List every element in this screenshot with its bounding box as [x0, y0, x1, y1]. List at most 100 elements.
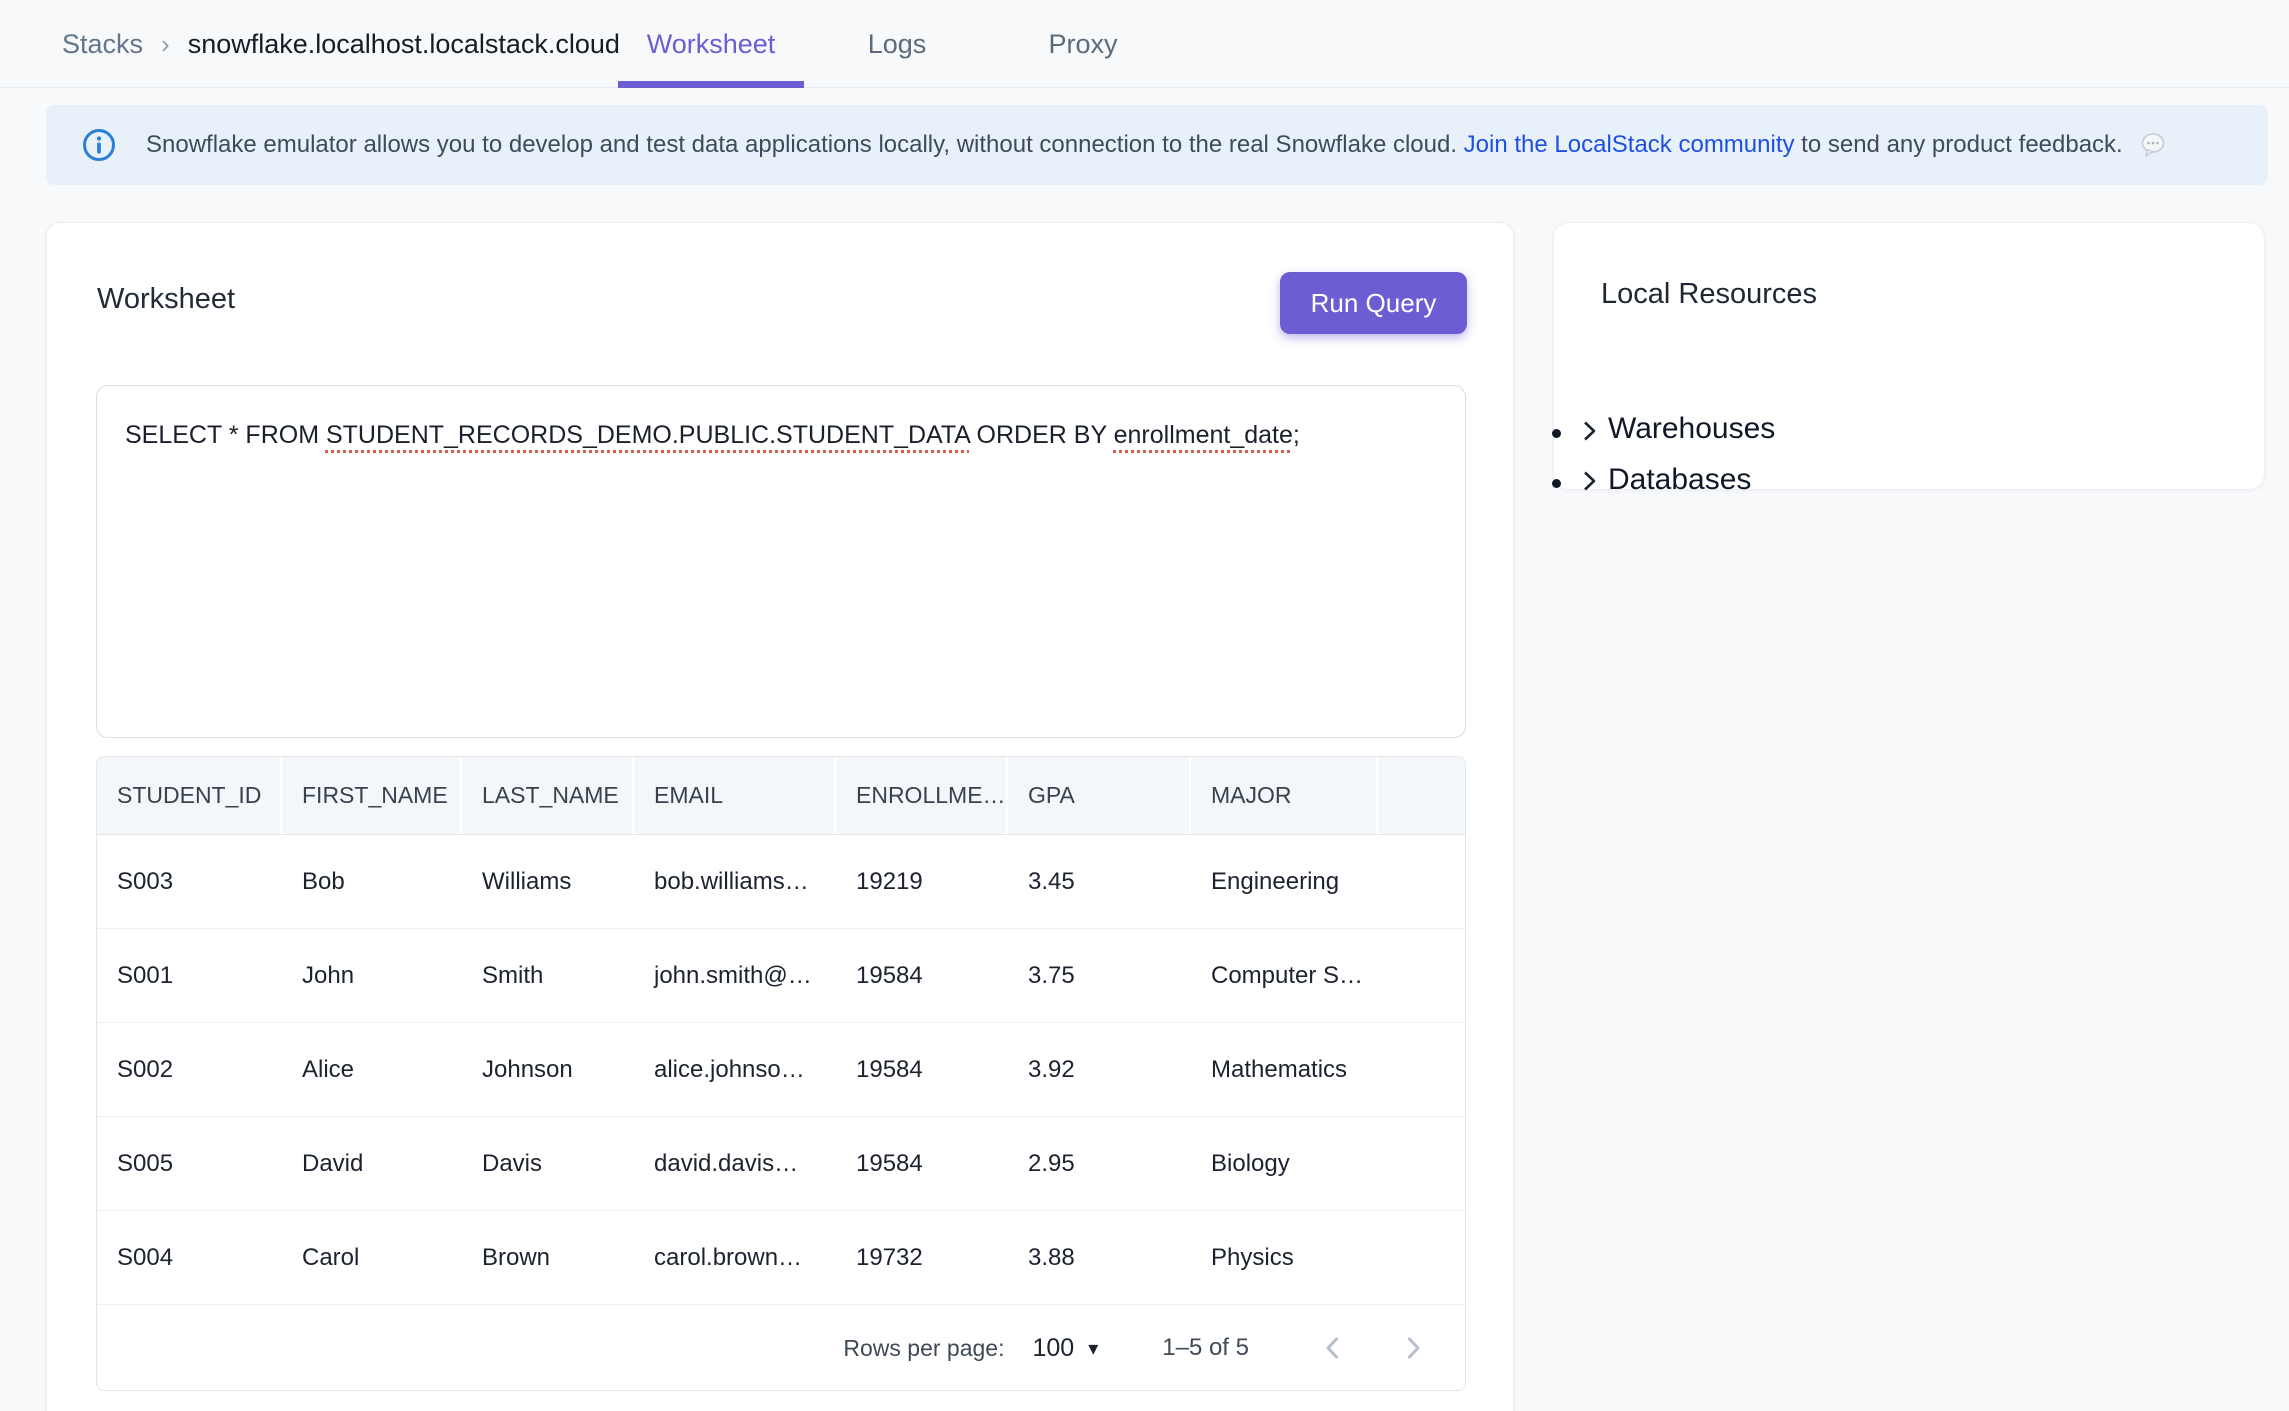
- table-cell[interactable]: john.smith@…: [634, 929, 836, 1022]
- table-cell[interactable]: 19584: [836, 1117, 1008, 1210]
- table-cell: [1378, 835, 1465, 928]
- breadcrumb-stacks-link[interactable]: Stacks: [62, 29, 143, 60]
- table-cell[interactable]: 2.95: [1008, 1117, 1191, 1210]
- column-header-enrollment[interactable]: ENROLLME…: [836, 757, 1008, 834]
- table-cell[interactable]: David: [282, 1117, 462, 1210]
- table-cell[interactable]: Physics: [1191, 1211, 1378, 1304]
- table-row[interactable]: S002 Alice Johnson alice.johnso… 19584 3…: [97, 1023, 1465, 1117]
- info-icon: [82, 128, 116, 162]
- table-cell[interactable]: John: [282, 929, 462, 1022]
- pagination-range-label: 1–5 of 5: [1162, 1334, 1249, 1362]
- table-cell[interactable]: S002: [97, 1023, 282, 1116]
- table-cell: [1378, 929, 1465, 1022]
- sql-table-identifier: STUDENT_RECORDS_DEMO.PUBLIC.STUDENT_DATA: [326, 421, 970, 449]
- table-cell[interactable]: Mathematics: [1191, 1023, 1378, 1116]
- run-query-button[interactable]: Run Query: [1280, 272, 1467, 334]
- tab-proxy-label: Proxy: [1048, 29, 1117, 60]
- rows-per-page-select[interactable]: 100 ▾: [1032, 1334, 1098, 1363]
- table-cell[interactable]: bob.williams…: [634, 835, 836, 928]
- table-cell[interactable]: S003: [97, 835, 282, 928]
- table-cell: [1378, 1023, 1465, 1116]
- table-row[interactable]: S001 John Smith john.smith@… 19584 3.75 …: [97, 929, 1465, 1023]
- top-navigation-bar: Stacks › snowflake.localhost.localstack.…: [0, 0, 2289, 88]
- tab-bar: Worksheet Logs Proxy: [618, 0, 1176, 88]
- next-page-button[interactable]: [1391, 1326, 1435, 1370]
- query-results-table: STUDENT_ID FIRST_NAME LAST_NAME EMAIL EN…: [96, 756, 1466, 1391]
- table-cell[interactable]: carol.brown…: [634, 1211, 836, 1304]
- table-cell[interactable]: 3.45: [1008, 835, 1191, 928]
- table-cell[interactable]: Computer S…: [1191, 929, 1378, 1022]
- sql-text-suffix: ;: [1293, 421, 1300, 449]
- sql-editor[interactable]: SELECT * FROM STUDENT_RECORDS_DEMO.PUBLI…: [96, 385, 1466, 738]
- chevron-right-icon: [1576, 468, 1602, 494]
- chevron-right-icon: [1398, 1333, 1428, 1363]
- chevron-right-icon: [1576, 418, 1602, 444]
- table-cell[interactable]: S001: [97, 929, 282, 1022]
- breadcrumb: Stacks › snowflake.localhost.localstack.…: [62, 0, 620, 88]
- table-cell: [1378, 1211, 1465, 1304]
- table-cell[interactable]: Biology: [1191, 1117, 1378, 1210]
- table-cell[interactable]: 3.92: [1008, 1023, 1191, 1116]
- speech-bubble-icon: [2139, 131, 2167, 159]
- tab-worksheet-label: Worksheet: [647, 29, 776, 60]
- table-pagination: Rows per page: 100 ▾ 1–5 of 5: [97, 1305, 1465, 1391]
- tab-proxy[interactable]: Proxy: [990, 0, 1176, 88]
- table-cell[interactable]: Engineering: [1191, 835, 1378, 928]
- local-resources-title: Local Resources: [1601, 278, 1817, 311]
- column-header-first-name[interactable]: FIRST_NAME: [282, 757, 462, 834]
- banner-text-before-link: Snowflake emulator allows you to develop…: [146, 131, 1464, 158]
- table-cell[interactable]: Smith: [462, 929, 634, 1022]
- table-cell[interactable]: Brown: [462, 1211, 634, 1304]
- table-cell[interactable]: Carol: [282, 1211, 462, 1304]
- table-cell[interactable]: 19584: [836, 929, 1008, 1022]
- resource-item-label: Warehouses: [1608, 405, 1775, 452]
- table-cell[interactable]: Johnson: [462, 1023, 634, 1116]
- sql-order-column: enrollment_date: [1114, 421, 1293, 449]
- local-resources-panel: Local Resources Warehouses Databases: [1553, 222, 2265, 490]
- sql-text-middle: ORDER BY: [970, 421, 1114, 449]
- table-cell[interactable]: Davis: [462, 1117, 634, 1210]
- worksheet-title: Worksheet: [97, 283, 235, 316]
- table-header-row: STUDENT_ID FIRST_NAME LAST_NAME EMAIL EN…: [97, 757, 1465, 835]
- table-cell[interactable]: david.davis…: [634, 1117, 836, 1210]
- table-row[interactable]: S004 Carol Brown carol.brown… 19732 3.88…: [97, 1211, 1465, 1305]
- worksheet-panel: Worksheet Run Query SELECT * FROM STUDEN…: [46, 222, 1514, 1411]
- table-cell[interactable]: 3.88: [1008, 1211, 1191, 1304]
- sql-text-prefix: SELECT * FROM: [125, 421, 326, 449]
- table-row[interactable]: S005 David Davis david.davis… 19584 2.95…: [97, 1117, 1465, 1211]
- table-row[interactable]: S003 Bob Williams bob.williams… 19219 3.…: [97, 835, 1465, 929]
- table-cell[interactable]: alice.johnso…: [634, 1023, 836, 1116]
- table-cell[interactable]: Bob: [282, 835, 462, 928]
- resource-item-databases[interactable]: Databases: [1576, 456, 1775, 507]
- table-cell: [1378, 1117, 1465, 1210]
- resource-item-warehouses[interactable]: Warehouses: [1576, 405, 1775, 456]
- table-cell[interactable]: 19584: [836, 1023, 1008, 1116]
- column-header-student-id[interactable]: STUDENT_ID: [97, 757, 282, 834]
- resource-item-label: Databases: [1608, 456, 1751, 503]
- column-header-spacer: [1378, 757, 1465, 834]
- tab-worksheet[interactable]: Worksheet: [618, 0, 804, 88]
- banner-community-link[interactable]: Join the LocalStack community: [1464, 131, 1795, 158]
- active-tab-indicator: [618, 81, 804, 88]
- chevron-left-icon: [1318, 1333, 1348, 1363]
- dropdown-caret-icon: ▾: [1088, 1336, 1098, 1361]
- table-cell[interactable]: Alice: [282, 1023, 462, 1116]
- column-header-major[interactable]: MAJOR: [1191, 757, 1378, 834]
- rows-per-page-value: 100: [1032, 1334, 1074, 1363]
- info-banner: Snowflake emulator allows you to develop…: [46, 105, 2268, 185]
- tab-logs-label: Logs: [868, 29, 927, 60]
- table-cell[interactable]: Williams: [462, 835, 634, 928]
- tab-logs[interactable]: Logs: [804, 0, 990, 88]
- column-header-email[interactable]: EMAIL: [634, 757, 836, 834]
- column-header-last-name[interactable]: LAST_NAME: [462, 757, 634, 834]
- column-header-gpa[interactable]: GPA: [1008, 757, 1191, 834]
- rows-per-page-label: Rows per page:: [843, 1335, 1004, 1362]
- banner-text: Snowflake emulator allows you to develop…: [146, 131, 2167, 160]
- table-cell[interactable]: 19219: [836, 835, 1008, 928]
- breadcrumb-separator-icon: ›: [161, 29, 170, 60]
- previous-page-button[interactable]: [1311, 1326, 1355, 1370]
- table-cell[interactable]: 19732: [836, 1211, 1008, 1304]
- table-cell[interactable]: S005: [97, 1117, 282, 1210]
- table-cell[interactable]: 3.75: [1008, 929, 1191, 1022]
- table-cell[interactable]: S004: [97, 1211, 282, 1304]
